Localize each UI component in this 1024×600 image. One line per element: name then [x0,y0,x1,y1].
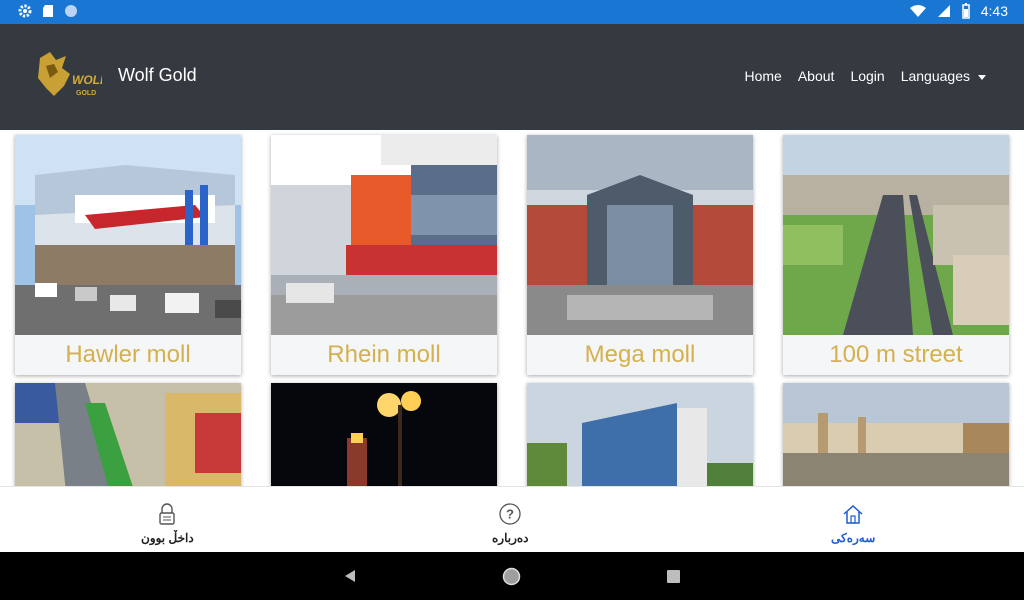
place-title: Rhein moll [271,335,497,375]
battery-icon [962,3,970,19]
nav-about-link[interactable]: About [798,68,835,84]
home-icon [843,504,863,524]
place-card-mega-moll[interactable]: Mega moll [527,135,753,375]
place-card[interactable] [783,383,1009,486]
status-time: 4:43 [980,3,1008,19]
tab-about[interactable]: ? دەربارە [492,503,529,545]
recent-apps-icon[interactable] [667,570,680,583]
place-title: 100 m street [783,335,1009,375]
place-card[interactable] [527,383,753,486]
status-bar: 4:43 [0,0,1024,24]
svg-text:?: ? [506,507,514,522]
place-image [527,383,753,486]
status-icons-right: 4:43 [909,3,1008,19]
svg-text:WOLF: WOLF [72,73,102,87]
tab-home-label: سەرەکی [831,531,876,545]
app-header: WOLF GOLD Wolf Gold Home About Login Lan… [0,24,1024,130]
settings-icon [18,4,32,18]
tab-home[interactable]: سەرەکی [831,503,875,545]
place-image [783,383,1009,486]
home-button-icon[interactable] [502,567,521,586]
place-image [15,383,241,486]
circle-status-icon [65,5,77,17]
place-image [271,383,497,486]
svg-text:GOLD: GOLD [76,90,96,97]
place-card-hawler-moll[interactable]: Hawler moll [15,135,241,375]
place-card[interactable] [271,383,497,486]
brand[interactable]: WOLF GOLD Wolf Gold [36,50,197,100]
place-image [527,135,753,335]
languages-dropdown[interactable]: Languages [901,68,986,84]
place-image [15,135,241,335]
question-icon: ? [499,503,521,525]
tab-login-label: داخڵ بوون [141,531,194,545]
status-icons-left [18,4,78,18]
wifi-icon [909,5,926,17]
place-card[interactable] [15,383,241,486]
place-image [783,135,1009,335]
place-card-100-m-street[interactable]: 100 m street [783,135,1009,375]
place-card-rhein-moll[interactable]: Rhein moll [271,135,497,375]
android-nav-bar [0,552,1024,600]
place-image [271,135,497,335]
caret-down-icon [978,74,986,80]
top-nav: Home About Login Languages [744,68,986,84]
back-icon[interactable] [343,569,357,583]
nav-login-link[interactable]: Login [850,68,884,84]
places-grid: Hawler moll Rhein moll Mega moll 100 m s… [0,130,1024,486]
wolf-logo: WOLF GOLD [38,52,102,97]
place-title: Hawler moll [15,335,241,375]
sd-card-icon [43,5,53,17]
lock-icon [159,503,176,525]
tab-about-label: دەربارە [492,531,529,545]
brand-title: Wolf Gold [118,64,197,85]
signal-icon [937,5,950,17]
bottom-tab-bar: داخڵ بوون ? دەربارە سەرەکی [0,486,1024,552]
place-title: Mega moll [527,335,753,375]
nav-home-link[interactable]: Home [744,68,781,84]
languages-label: Languages [900,68,970,84]
tab-login[interactable]: داخڵ بوون [141,503,194,545]
